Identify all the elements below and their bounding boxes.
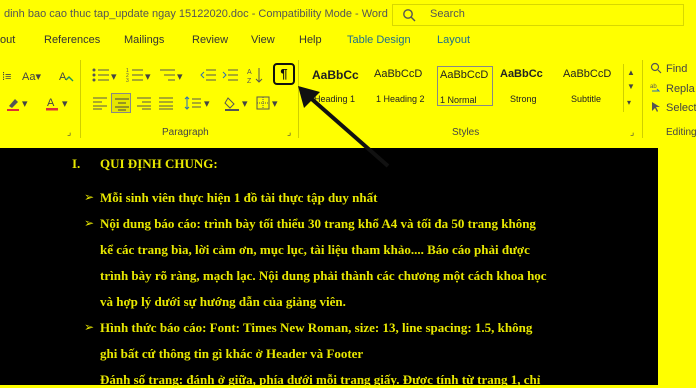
svg-text:A: A: [47, 97, 55, 109]
tab-layout-partial[interactable]: out: [0, 34, 15, 46]
separator: [642, 60, 643, 138]
svg-text:Z: Z: [247, 78, 252, 84]
heading-number: I.: [72, 156, 81, 171]
replace-icon[interactable]: ab: [650, 82, 662, 94]
bullets-dropdown-icon[interactable]: ▾: [111, 70, 117, 84]
document-title: dinh bao cao thuc tap_update ngay 151220…: [4, 8, 388, 20]
tab-view[interactable]: View: [251, 34, 275, 46]
paragraph-group-label: Paragraph: [162, 127, 209, 138]
multilevel-list-icon[interactable]: [158, 68, 176, 82]
highlight-dropdown-icon[interactable]: ▾: [22, 97, 28, 111]
style-preview: AaBbCcD: [440, 69, 489, 81]
editing-group-label: Editing: [666, 127, 696, 138]
tab-references[interactable]: References: [44, 34, 100, 46]
align-center-button[interactable]: [111, 93, 131, 113]
bullet-icon: ➢: [84, 320, 95, 334]
select-icon[interactable]: [650, 101, 662, 113]
scroll-down-icon[interactable]: ▼: [627, 80, 635, 94]
decrease-indent-icon[interactable]: [200, 68, 216, 82]
align-left-icon[interactable]: [92, 96, 108, 110]
tab-table-layout[interactable]: Layout: [437, 34, 470, 46]
shading-dropdown-icon[interactable]: ▾: [242, 97, 248, 111]
tab-mailings[interactable]: Mailings: [124, 34, 164, 46]
style-name: Strong: [510, 94, 537, 104]
scroll-up-icon[interactable]: ▲: [627, 66, 635, 80]
tab-table-design[interactable]: Table Design: [347, 34, 411, 46]
style-preview: AaBbCcD: [563, 68, 612, 80]
styles-gallery-scroll[interactable]: ▲ ▼ ▾: [623, 64, 638, 112]
increase-indent-icon[interactable]: [222, 68, 238, 82]
align-center-icon: [115, 98, 129, 111]
font-color-dropdown-icon[interactable]: ▾: [62, 97, 68, 111]
font-color-icon[interactable]: A: [44, 95, 60, 111]
document-line: trình bày rõ ràng, mạch lạc. Nội dung ph…: [100, 268, 547, 283]
style-subtitle[interactable]: AaBbCcD Subtitle: [563, 68, 621, 108]
document-line: Đánh số trang: đánh ở giữa, phía dưới mỗ…: [100, 372, 541, 387]
search-icon[interactable]: [402, 8, 416, 22]
style-strong[interactable]: AaBbCc Strong: [500, 68, 558, 108]
strikethrough-icon[interactable]: ⁞≡: [2, 70, 11, 84]
svg-text:3: 3: [126, 78, 129, 82]
borders-icon[interactable]: [256, 96, 270, 110]
document-line: Nội dung báo cáo: trình bày tối thiểu 30…: [100, 216, 536, 231]
find-label[interactable]: Find: [666, 62, 687, 76]
numbering-dropdown-icon[interactable]: ▾: [145, 70, 151, 84]
tab-review[interactable]: Review: [192, 34, 228, 46]
styles-dialog-launcher-icon[interactable]: ⌟: [630, 125, 634, 139]
tab-help[interactable]: Help: [299, 34, 322, 46]
bullet-icon: ➢: [84, 216, 95, 230]
shading-icon[interactable]: [224, 95, 240, 111]
annotation-arrow: [298, 86, 390, 168]
font-dialog-launcher-icon[interactable]: ⌟: [67, 125, 71, 139]
style-preview: AaBbCc: [500, 68, 543, 80]
change-case-icon[interactable]: Aa▾: [22, 70, 41, 84]
highlight-color-icon[interactable]: [6, 97, 20, 111]
search-placeholder[interactable]: Search: [430, 8, 465, 20]
style-normal[interactable]: AaBbCcD 1 Normal: [437, 66, 493, 106]
document-line: Mỗi sinh viên thực hiện 1 đồ tài thực tậ…: [100, 190, 378, 205]
line-spacing-dropdown-icon[interactable]: ▾: [204, 97, 210, 111]
sort-icon[interactable]: AZ: [247, 66, 263, 84]
separator: [80, 60, 81, 138]
document-line: và hợp lý dưới sự hướng dẫn của giảng vi…: [100, 294, 346, 309]
select-label[interactable]: Select: [666, 101, 696, 115]
section-heading: QUI ĐỊNH CHUNG:: [100, 156, 218, 171]
numbering-icon[interactable]: 123: [126, 68, 144, 82]
svg-text:A: A: [59, 71, 67, 83]
borders-dropdown-icon[interactable]: ▾: [272, 97, 278, 111]
style-name: 1 Normal: [440, 95, 477, 105]
svg-text:A: A: [247, 69, 252, 76]
justify-icon[interactable]: [158, 96, 174, 110]
bullets-icon[interactable]: [92, 68, 110, 82]
align-right-icon[interactable]: [136, 96, 152, 110]
document-line: kể các trang bìa, lời cảm ơn, mục lục, t…: [100, 242, 530, 257]
document-line: Hình thức báo cáo: Font: Times New Roman…: [100, 320, 533, 335]
svg-text:ab: ab: [650, 84, 657, 90]
styles-group-label: Styles: [452, 127, 480, 138]
bullet-icon: ➢: [84, 190, 95, 204]
document-line: ghi bất cứ thông tin gì khác ở Header và…: [100, 346, 364, 361]
find-icon[interactable]: [650, 62, 662, 74]
vertical-scrollbar[interactable]: [668, 148, 696, 385]
line-spacing-icon[interactable]: [184, 96, 202, 110]
style-name: Subtitle: [571, 94, 602, 104]
multilevel-dropdown-icon[interactable]: ▾: [177, 70, 183, 84]
clear-formatting-icon[interactable]: A: [58, 68, 74, 84]
more-styles-icon[interactable]: ▾: [627, 96, 631, 110]
replace-label[interactable]: Repla: [666, 82, 695, 96]
